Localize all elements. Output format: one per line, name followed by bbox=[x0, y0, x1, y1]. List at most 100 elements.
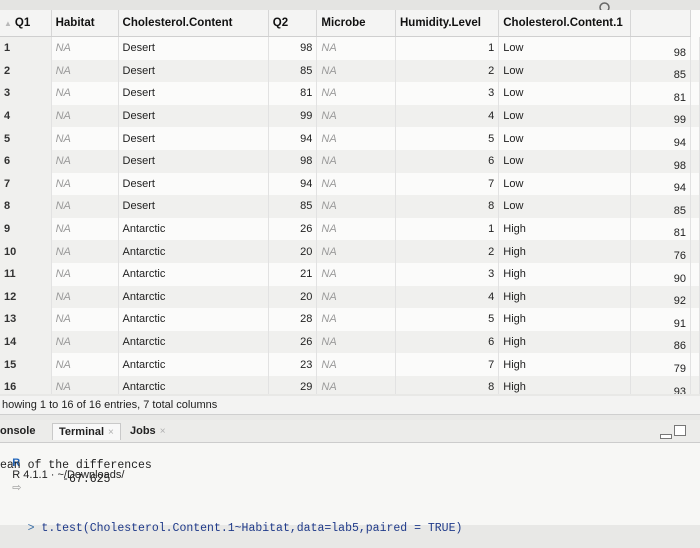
table-row[interactable]: 12 NA Antarctic 20 NA 4 High 92 bbox=[0, 285, 700, 309]
table-cell: 98 bbox=[630, 36, 691, 60]
table-cell-spacer bbox=[690, 308, 700, 331]
column-header-cholesterol-content-1[interactable]: Cholesterol.Content.1 bbox=[498, 10, 632, 37]
table-cell: NA bbox=[316, 353, 396, 376]
table-row[interactable]: 11 NA Antarctic 21 NA 3 High 90 bbox=[0, 262, 700, 286]
table-cell: Antarctic bbox=[118, 330, 269, 354]
table-cell: High bbox=[498, 240, 632, 263]
table-cell: NA bbox=[51, 82, 119, 105]
table-cell-spacer bbox=[690, 59, 700, 83]
table-cell-spacer bbox=[690, 172, 700, 196]
table-cell: Desert bbox=[118, 149, 269, 173]
table-cell: 2 bbox=[395, 59, 500, 83]
table-row[interactable]: 13 NA Antarctic 28 NA 5 High 91 bbox=[0, 308, 700, 331]
table-cell: High bbox=[498, 285, 632, 309]
table-row[interactable]: 10 NA Antarctic 20 NA 2 High 76 bbox=[0, 240, 700, 263]
table-cell: Antarctic bbox=[118, 217, 269, 241]
table-cell: Desert bbox=[118, 104, 269, 128]
table-row[interactable]: 5 NA Desert 94 NA 5 Low 94 bbox=[0, 127, 700, 150]
console-command-text: t.test(Cholesterol.Content.1~Habitat,dat… bbox=[41, 522, 463, 535]
table-cell: 6 bbox=[395, 149, 500, 173]
table-cell: 93 bbox=[630, 375, 691, 394]
sort-icon[interactable]: ▲ bbox=[4, 19, 12, 28]
table-row[interactable]: 1 NA Desert 98 NA 1 Low 98 bbox=[0, 36, 700, 60]
table-cell: NA bbox=[316, 36, 396, 60]
column-header-spacer bbox=[630, 10, 691, 37]
table-cell: NA bbox=[51, 285, 119, 309]
table-cell: NA bbox=[51, 195, 119, 218]
table-row[interactable]: 15 NA Antarctic 23 NA 7 High 79 bbox=[0, 353, 700, 376]
row-number: 5 bbox=[0, 127, 52, 150]
console-output-value: -67.625 bbox=[0, 473, 111, 486]
table-cell: NA bbox=[316, 217, 396, 241]
table-cell: Antarctic bbox=[118, 375, 269, 394]
table-cell: Low bbox=[498, 195, 632, 218]
row-number: 13 bbox=[0, 308, 52, 331]
tab-console[interactable]: onsole bbox=[0, 423, 35, 439]
column-header-habitat[interactable]: Habitat bbox=[51, 10, 119, 37]
table-cell: Low bbox=[498, 172, 632, 196]
table-cell: NA bbox=[51, 127, 119, 150]
table-cell: NA bbox=[51, 172, 119, 196]
row-number: 14 bbox=[0, 330, 52, 354]
table-cell-spacer bbox=[690, 262, 700, 286]
table-row[interactable]: 8 NA Desert 85 NA 8 Low 85 bbox=[0, 195, 700, 218]
table-row[interactable]: 16 NA Antarctic 29 NA 8 High 93 bbox=[0, 375, 700, 394]
table-cell: 81 bbox=[268, 82, 318, 105]
row-number: 8 bbox=[0, 195, 52, 218]
table-row[interactable]: 7 NA Desert 94 NA 7 Low 94 bbox=[0, 172, 700, 196]
table-cell: High bbox=[498, 262, 632, 286]
table-cell: 1 bbox=[395, 217, 500, 241]
table-row[interactable]: 4 NA Desert 99 NA 4 Low 99 bbox=[0, 104, 700, 128]
table-cell: Low bbox=[498, 82, 632, 105]
console-output-line: ean of the differences bbox=[0, 459, 152, 472]
table-row[interactable]: 3 NA Desert 81 NA 3 Low 81 bbox=[0, 82, 700, 105]
table-cell: NA bbox=[316, 172, 396, 196]
close-icon[interactable]: × bbox=[160, 426, 166, 437]
row-number: 16 bbox=[0, 375, 52, 394]
column-header-microbe[interactable]: Microbe bbox=[316, 10, 396, 37]
console-prompt: > bbox=[27, 522, 42, 535]
table-cell: 81 bbox=[630, 217, 691, 241]
table-cell: 3 bbox=[395, 82, 500, 105]
table-cell: 6 bbox=[395, 330, 500, 354]
table-cell: 7 bbox=[395, 353, 500, 376]
column-header-cholesterol-content[interactable]: Cholesterol.Content bbox=[118, 10, 269, 37]
table-cell-spacer bbox=[690, 353, 700, 376]
table-cell: 81 bbox=[630, 82, 691, 105]
maximize-icon[interactable] bbox=[674, 425, 686, 436]
row-number: 11 bbox=[0, 262, 52, 286]
data-table: ▲ Q1 Habitat Cholesterol.Content Q2 Micro… bbox=[0, 10, 700, 394]
header-row: ▲ Q1 Habitat Cholesterol.Content Q2 Micro… bbox=[0, 10, 700, 37]
table-cell: NA bbox=[51, 262, 119, 286]
tab-terminal[interactable]: Terminal × bbox=[52, 423, 121, 440]
table-cell: Desert bbox=[118, 195, 269, 218]
row-number: 12 bbox=[0, 285, 52, 309]
table-cell: NA bbox=[51, 330, 119, 354]
table-cell: NA bbox=[51, 104, 119, 128]
table-row[interactable]: 14 NA Antarctic 26 NA 6 High 86 bbox=[0, 330, 700, 354]
table-cell: 20 bbox=[268, 285, 318, 309]
table-cell: 4 bbox=[395, 285, 500, 309]
table-cell: 98 bbox=[630, 149, 691, 173]
table-row[interactable]: 6 NA Desert 98 NA 6 Low 98 bbox=[0, 149, 700, 173]
minimize-icon[interactable] bbox=[660, 434, 672, 439]
table-cell: Antarctic bbox=[118, 308, 269, 331]
row-number: 1 bbox=[0, 36, 52, 60]
table-cell: Desert bbox=[118, 172, 269, 196]
table-cell: NA bbox=[51, 59, 119, 83]
console-command-line[interactable]: > t.test(Cholesterol.Content.1~Habitat,d… bbox=[0, 509, 463, 548]
table-row[interactable]: 2 NA Desert 85 NA 2 Low 85 bbox=[0, 59, 700, 83]
table-cell: 92 bbox=[630, 285, 691, 309]
table-row[interactable]: 9 NA Antarctic 26 NA 1 High 81 bbox=[0, 217, 700, 241]
table-cell: Low bbox=[498, 104, 632, 128]
table-cell: NA bbox=[51, 217, 119, 241]
table-cell-spacer bbox=[690, 104, 700, 128]
column-header-humidity-level[interactable]: Humidity.Level bbox=[395, 10, 500, 37]
table-cell-spacer bbox=[690, 36, 700, 60]
column-header-q1[interactable]: ▲ Q1 bbox=[0, 10, 52, 37]
column-header-q2[interactable]: Q2 bbox=[268, 10, 318, 37]
tab-jobs[interactable]: Jobs × bbox=[130, 423, 166, 439]
table-cell: 94 bbox=[268, 127, 318, 150]
close-icon[interactable]: × bbox=[108, 427, 114, 438]
console-pane[interactable]: R R 4.1.1 · ~/Downloads/ ⇨ ean of the di… bbox=[0, 443, 700, 535]
